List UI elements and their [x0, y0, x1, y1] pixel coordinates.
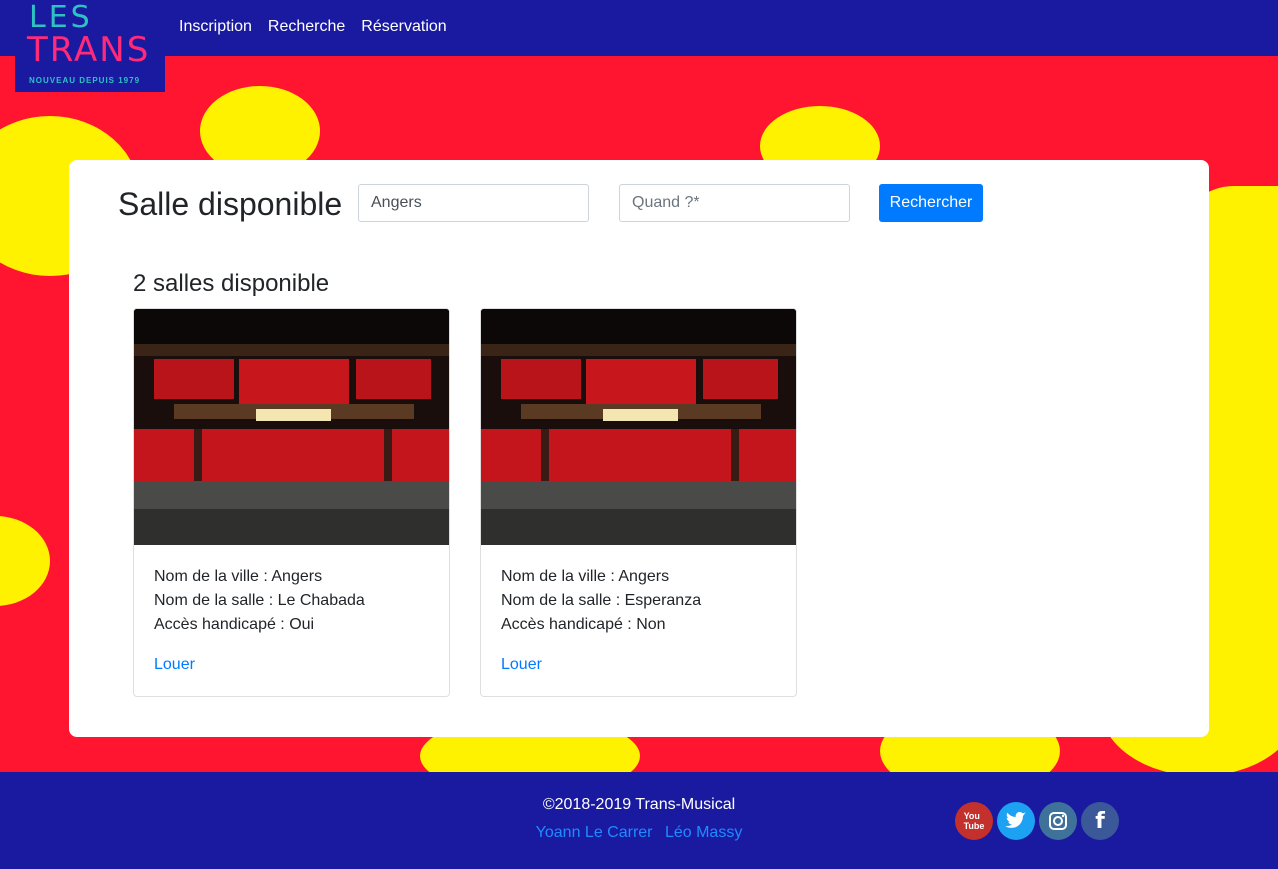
venue-accessibility: Accès handicapé : Oui [154, 616, 315, 633]
footer: ©2018-2019 Trans-Musical Yoann Le Carrer… [0, 772, 1278, 869]
twitter-icon[interactable] [997, 802, 1035, 840]
nav-link-inscription[interactable]: Inscription [179, 18, 252, 36]
venue-city: Nom de la ville : Angers [501, 568, 670, 585]
venue-image [481, 309, 796, 545]
results-count: 2 salles disponible [133, 270, 330, 297]
author-link-yoann[interactable]: Yoann Le Carrer [536, 824, 653, 841]
rent-link[interactable]: Louer [154, 653, 429, 677]
venue-city: Nom de la ville : Angers [154, 568, 323, 585]
nav-link-recherche[interactable]: Recherche [268, 18, 345, 36]
search-panel: Salle disponible Rechercher 2 salles dis… [69, 160, 1209, 737]
top-navbar: Inscription Recherche Réservation [0, 0, 1278, 56]
instagram-icon[interactable] [1039, 802, 1077, 840]
venue-name: Nom de la salle : Le Chabada [154, 592, 365, 609]
search-button[interactable]: Rechercher [879, 184, 983, 222]
author-link-leo[interactable]: Léo Massy [665, 824, 742, 841]
site-logo[interactable]: LES TRANS NOUVEAU DEPUIS 1979 [15, 0, 165, 92]
logo-line-2: TRANS [27, 30, 151, 70]
page-title: Salle disponible [118, 186, 343, 222]
venue-accessibility: Accès handicapé : Non [501, 616, 666, 633]
venue-card: Nom de la ville : Angers Nom de la salle… [133, 308, 450, 697]
youtube-icon[interactable]: You Tube [955, 802, 993, 840]
venue-name: Nom de la salle : Esperanza [501, 592, 702, 609]
city-input[interactable] [358, 184, 589, 222]
venue-card: Nom de la ville : Angers Nom de la salle… [480, 308, 797, 697]
rent-link[interactable]: Louer [501, 653, 776, 677]
facebook-icon[interactable]: f [1081, 802, 1119, 840]
nav-links: Inscription Recherche Réservation [179, 18, 447, 36]
social-links: You Tube f [955, 802, 1119, 840]
logo-tagline: NOUVEAU DEPUIS 1979 [29, 76, 141, 85]
nav-link-reservation[interactable]: Réservation [361, 18, 446, 36]
venue-image [134, 309, 449, 545]
date-input[interactable] [619, 184, 850, 222]
